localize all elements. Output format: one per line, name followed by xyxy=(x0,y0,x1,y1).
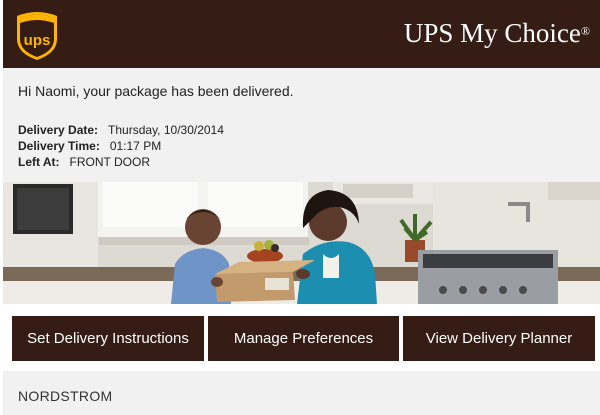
hero-photo xyxy=(3,182,600,304)
delivery-details: Delivery Date: Thursday, 10/30/2014 Deli… xyxy=(18,122,224,170)
email-frame: ups UPS My Choice® Hi Naomi, your packag… xyxy=(0,0,600,415)
brand-title: UPS My Choice® xyxy=(404,16,590,50)
brand-name: UPS My Choice xyxy=(403,18,581,48)
left-at-label: Left At: xyxy=(18,155,60,169)
delivery-date-value: Thursday, 10/30/2014 xyxy=(108,123,224,137)
kitchen-scene-image xyxy=(3,182,600,304)
delivery-time-value: 01:17 PM xyxy=(109,139,162,153)
manage-preferences-button[interactable]: Manage Preferences xyxy=(208,316,399,361)
greeting-text: Hi Naomi, your package has been delivere… xyxy=(18,83,294,99)
delivery-time-row: Delivery Time: 01:17 PM xyxy=(18,138,224,154)
delivery-info-panel: Hi Naomi, your package has been delivere… xyxy=(3,68,600,182)
action-buttons: Set Delivery Instructions Manage Prefere… xyxy=(3,304,600,371)
merchant-footer: NORDSTROM xyxy=(3,371,600,415)
set-delivery-instructions-button[interactable]: Set Delivery Instructions xyxy=(12,316,204,361)
left-at-value: FRONT DOOR xyxy=(69,155,150,169)
merchant-name: NORDSTROM xyxy=(18,388,113,404)
view-delivery-planner-button[interactable]: View Delivery Planner xyxy=(403,316,595,361)
delivery-date-row: Delivery Date: Thursday, 10/30/2014 xyxy=(18,122,224,138)
registered-mark: ® xyxy=(580,24,590,38)
ups-shield-icon[interactable]: ups xyxy=(13,9,61,61)
delivery-time-label: Delivery Time: xyxy=(18,139,100,153)
delivery-date-label: Delivery Date: xyxy=(18,123,99,137)
header-bar: ups UPS My Choice® xyxy=(3,0,600,68)
left-at-row: Left At: FRONT DOOR xyxy=(18,154,224,170)
logo-text: ups xyxy=(24,32,51,49)
